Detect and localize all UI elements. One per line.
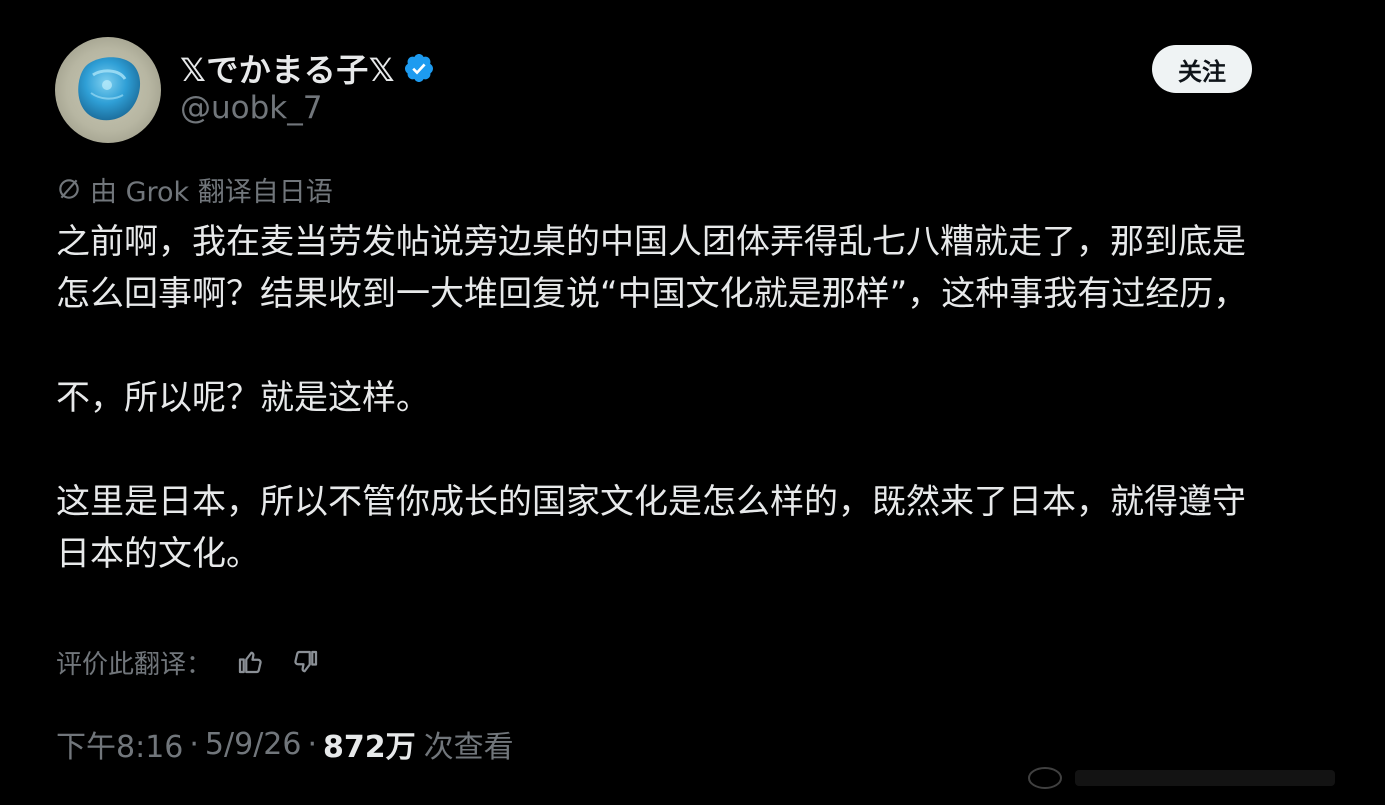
author-display-name[interactable]: 𝕏でかまる子𝕏 (180, 45, 395, 91)
post-date[interactable]: 5/9/26 (205, 727, 302, 762)
follow-button[interactable]: 关注 (1152, 45, 1252, 93)
author-handle[interactable]: @uobk_7 (180, 90, 322, 126)
thumbs-down-icon[interactable] (288, 644, 324, 680)
post-meta: 下午8:16 · 5/9/26 · 872万 次查看 (56, 722, 514, 766)
author-name-row[interactable]: 𝕏でかまる子𝕏 (180, 46, 435, 90)
meta-separator: · (307, 726, 318, 762)
post-time[interactable]: 下午8:16 (56, 722, 183, 766)
post-paragraph: 这里是日本，所以不管你成长的国家文化是怎么样的，既然来了日本，就得遵守日本的文化… (56, 482, 1246, 574)
views-count: 872万 (323, 730, 416, 765)
translation-note: 由 Grok 翻译自日语 (56, 170, 333, 208)
bottom-edge (0, 790, 1385, 805)
translation-note-text: 由 Grok 翻译自日语 (90, 176, 333, 208)
thumbs-up-icon[interactable] (232, 644, 268, 680)
rate-translation-row: 评价此翻译： (56, 642, 324, 682)
avatar[interactable] (55, 37, 161, 143)
verified-badge-icon (405, 54, 434, 82)
rate-translation-label: 评价此翻译： (56, 649, 213, 680)
post-paragraph: 不，所以呢？就是这样。 (56, 378, 430, 418)
views-label: 次查看 (423, 730, 514, 765)
meta-separator: · (189, 726, 199, 762)
post-paragraph: 之前啊，我在麦当劳发帖说旁边桌的中国人团体弄得乱七八糟就走了，那到底是怎么回事啊… (56, 222, 1248, 314)
blue-stone-avatar-icon (78, 57, 141, 121)
grok-icon (59, 179, 79, 199)
post-body: 之前啊，我在麦当劳发帖说旁边桌的中国人团体弄得乱七八糟就走了，那到底是怎么回事啊… (56, 216, 1256, 580)
